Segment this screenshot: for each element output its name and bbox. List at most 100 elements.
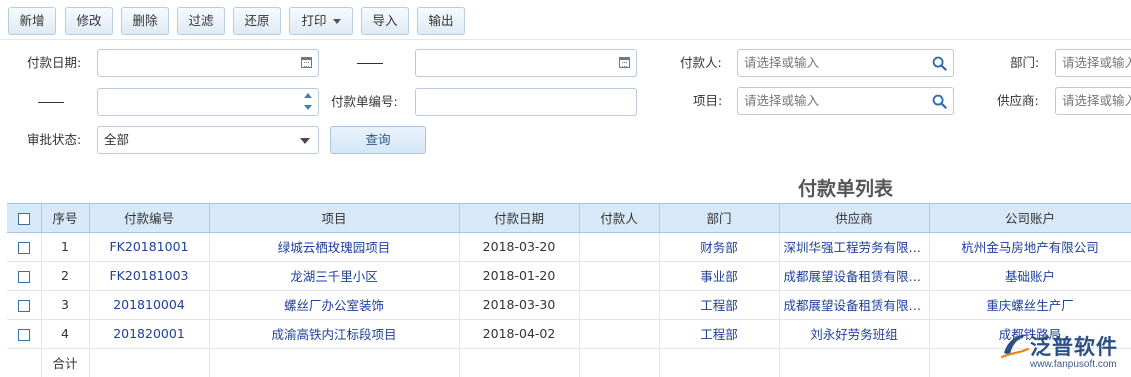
total-empty-cell xyxy=(659,348,780,377)
cell-seq: 2 xyxy=(41,261,90,291)
project-placeholder: 请选择或输入 xyxy=(744,93,820,108)
number-range-field[interactable] xyxy=(97,88,319,116)
pay-date-start-field[interactable] xyxy=(97,49,319,77)
col-header-project[interactable]: 项目 xyxy=(209,204,460,233)
logo-brand-text: 泛普软件 xyxy=(1030,335,1118,359)
cell-date: 2018-03-30 xyxy=(459,290,580,320)
cell-dept[interactable]: 工程部 xyxy=(659,290,780,320)
delete-button[interactable]: 删除 xyxy=(121,7,169,35)
pay-no-input[interactable] xyxy=(415,88,637,116)
print-label: 打印 xyxy=(301,13,327,28)
row-select-cell[interactable] xyxy=(7,232,42,262)
project-label: 项目: xyxy=(693,93,723,108)
project-input[interactable]: 请选择或输入 xyxy=(737,87,954,115)
payer-label: 付款人: xyxy=(680,55,722,70)
logo-site-text: www.fanpusoft.com xyxy=(1030,359,1117,370)
row-select-cell[interactable] xyxy=(7,290,42,320)
cell-date: 2018-01-20 xyxy=(459,261,580,291)
query-button[interactable]: 查询 xyxy=(330,126,426,154)
cell-supplier[interactable]: 深圳华强工程劳务有限公司 xyxy=(779,232,930,262)
cell-supplier[interactable]: 刘永好劳务班组 xyxy=(779,319,930,349)
filter-button[interactable]: 过滤 xyxy=(177,7,225,35)
cell-no[interactable]: 201810004 xyxy=(89,290,210,320)
row-select-cell[interactable] xyxy=(7,261,42,291)
cell-project[interactable]: 龙湖三千里小区 xyxy=(209,261,460,291)
col-header-dept[interactable]: 部门 xyxy=(659,204,780,233)
table-header-row: 序号 付款编号 项目 付款日期 付款人 部门 供应商 公司账户 xyxy=(7,204,1131,233)
cell-no[interactable]: 201820001 xyxy=(89,319,210,349)
payer-placeholder: 请选择或输入 xyxy=(744,55,820,70)
cell-account[interactable]: 基础账户 xyxy=(929,261,1131,291)
payment-table: 序号 付款编号 项目 付款日期 付款人 部门 供应商 公司账户 1 FK2018… xyxy=(7,203,1131,377)
select-all-checkbox[interactable] xyxy=(17,212,30,225)
cell-dept[interactable]: 财务部 xyxy=(659,232,780,262)
cell-supplier[interactable]: 成都展望设备租赁有限公司 xyxy=(779,261,930,291)
cell-project[interactable]: 螺丝厂办公室装饰 xyxy=(209,290,460,320)
fanpu-logo: 泛普软件 www.fanpusoft.com xyxy=(1000,329,1131,377)
pay-date-label: 付款日期: xyxy=(27,55,82,70)
export-button[interactable]: 输出 xyxy=(417,7,465,35)
calendar-icon[interactable] xyxy=(619,57,630,68)
search-icon[interactable] xyxy=(932,56,947,71)
dept-input[interactable]: 请选择或输入 xyxy=(1055,49,1131,77)
spinner-icon[interactable] xyxy=(304,93,312,111)
col-header-date[interactable]: 付款日期 xyxy=(459,204,580,233)
table-row[interactable]: 1 FK20181001 绿城云栖玫瑰园项目 2018-03-20 财务部 深圳… xyxy=(7,232,1131,262)
cell-no[interactable]: FK20181003 xyxy=(89,261,210,291)
number-range-separator xyxy=(38,102,64,103)
total-empty-cell xyxy=(579,348,660,377)
search-icon[interactable] xyxy=(932,94,947,109)
logo-mark-icon xyxy=(1000,334,1030,359)
approval-label: 审批状态: xyxy=(27,132,82,147)
dept-placeholder: 请选择或输入 xyxy=(1062,55,1131,70)
cell-seq: 3 xyxy=(41,290,90,320)
cell-dept[interactable]: 事业部 xyxy=(659,261,780,291)
cell-date: 2018-03-20 xyxy=(459,232,580,262)
date-range-separator xyxy=(357,63,383,64)
import-button[interactable]: 导入 xyxy=(361,7,409,35)
toolbar: 新增 修改 删除 过滤 还原 打印 导入 输出 xyxy=(0,0,1131,40)
table-row[interactable]: 4 201820001 成渝高铁内江标段项目 2018-04-02 工程部 刘永… xyxy=(7,319,1131,349)
cell-seq: 4 xyxy=(41,319,90,349)
table-row[interactable]: 2 FK20181003 龙湖三千里小区 2018-01-20 事业部 成都展望… xyxy=(7,261,1131,291)
restore-button[interactable]: 还原 xyxy=(233,7,281,35)
col-header-no[interactable]: 付款编号 xyxy=(89,204,210,233)
chevron-down-icon xyxy=(332,19,341,24)
total-empty-cell xyxy=(89,348,210,377)
approval-value: 全部 xyxy=(104,132,130,147)
col-header-payer[interactable]: 付款人 xyxy=(579,204,660,233)
print-button[interactable]: 打印 xyxy=(289,7,353,35)
cell-payer xyxy=(579,290,660,320)
select-all-cell[interactable] xyxy=(7,204,42,233)
supplier-input[interactable]: 请选择或输入 xyxy=(1055,87,1131,115)
cell-account[interactable]: 杭州金马房地产有限公司 xyxy=(929,232,1131,262)
col-header-supplier[interactable]: 供应商 xyxy=(779,204,930,233)
cell-project[interactable]: 绿城云栖玫瑰园项目 xyxy=(209,232,460,262)
pay-no-label: 付款单编号: xyxy=(331,94,398,109)
col-header-account[interactable]: 公司账户 xyxy=(929,204,1131,233)
add-button[interactable]: 新增 xyxy=(8,7,56,35)
row-checkbox[interactable] xyxy=(17,241,30,254)
list-title: 付款单列表 xyxy=(798,178,894,200)
row-checkbox[interactable] xyxy=(17,299,30,312)
cell-account[interactable]: 重庆螺丝生产厂 xyxy=(929,290,1131,320)
payer-input[interactable]: 请选择或输入 xyxy=(737,49,954,77)
table-row[interactable]: 3 201810004 螺丝厂办公室装饰 2018-03-30 工程部 成都展望… xyxy=(7,290,1131,320)
cell-payer xyxy=(579,232,660,262)
calendar-icon[interactable] xyxy=(301,57,312,68)
row-checkbox[interactable] xyxy=(17,328,30,341)
cell-no[interactable]: FK20181001 xyxy=(89,232,210,262)
col-header-seq[interactable]: 序号 xyxy=(41,204,90,233)
cell-dept[interactable]: 工程部 xyxy=(659,319,780,349)
cell-project[interactable]: 成渝高铁内江标段项目 xyxy=(209,319,460,349)
cell-payer xyxy=(579,319,660,349)
cell-payer xyxy=(579,261,660,291)
cell-supplier[interactable]: 成都展望设备租赁有限公司 xyxy=(779,290,930,320)
chevron-down-icon[interactable] xyxy=(300,138,310,144)
row-checkbox[interactable] xyxy=(17,270,30,283)
edit-button[interactable]: 修改 xyxy=(65,7,113,35)
pay-date-end-field[interactable] xyxy=(415,49,637,77)
approval-select[interactable]: 全部 xyxy=(97,126,319,154)
row-select-cell[interactable] xyxy=(7,319,42,349)
total-empty-cell xyxy=(209,348,460,377)
